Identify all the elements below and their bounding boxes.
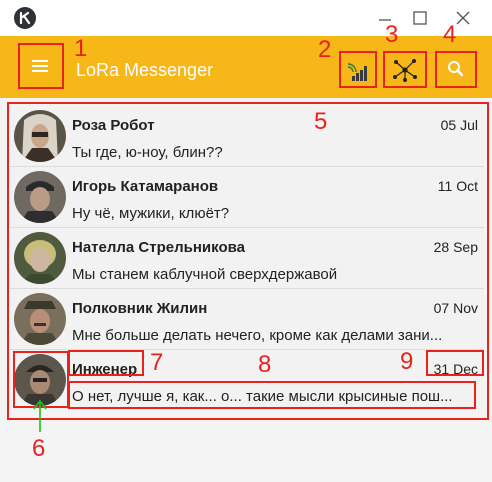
annotation-label: 6: [32, 435, 46, 462]
menu-button[interactable]: [18, 43, 64, 89]
annotation-label: 8: [258, 351, 272, 378]
annotation-label: 5: [314, 108, 328, 135]
search-button[interactable]: [435, 51, 477, 88]
date-highlight: [426, 350, 484, 376]
message-highlight: [68, 381, 476, 409]
annotation-label: 9: [400, 348, 414, 375]
annotation-label: 1: [74, 35, 88, 62]
annotation-label: 2: [318, 36, 332, 63]
annotation-label: 4: [443, 21, 457, 48]
annotation-label: 3: [385, 21, 399, 48]
menu-icon: [32, 60, 48, 72]
annotation-label: 7: [150, 349, 164, 376]
arrow-up-icon: [33, 399, 47, 432]
app-title: LoRa Messenger: [76, 60, 214, 80]
name-highlight: [68, 350, 144, 376]
signal-button[interactable]: [339, 51, 377, 88]
signal-icon: [347, 63, 367, 81]
mesh-network-icon: [393, 59, 417, 82]
mesh-network-button[interactable]: [383, 51, 427, 88]
maximize-button[interactable]: [410, 8, 430, 28]
search-icon: [448, 61, 464, 77]
window-titlebar: Messenger: [0, 0, 492, 36]
